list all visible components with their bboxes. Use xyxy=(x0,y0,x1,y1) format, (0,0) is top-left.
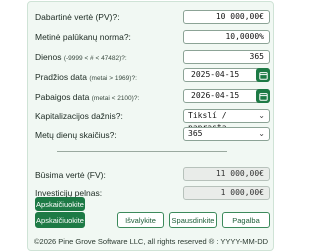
print-button[interactable]: Spausdinkite xyxy=(169,212,217,228)
days-per-year-selected: 365 xyxy=(188,129,203,138)
help-button[interactable]: Pagalba xyxy=(222,212,270,228)
calculate-button[interactable]: Apskaičiuokite xyxy=(35,212,85,228)
days-hint: (-9999 < # < 47482)?: xyxy=(63,55,127,62)
future-value-output: 11 000,00€ xyxy=(183,167,270,181)
interest-rate-label: Metinė palūkanų norma?: xyxy=(35,32,131,42)
end-date-label-text: Pabaigos data xyxy=(35,92,90,102)
end-date-control: 2026-04-15 xyxy=(183,89,270,103)
chevron-down-icon: ⌄ xyxy=(258,129,265,138)
end-date-label: Pabaigos data (metai < 2100)?: xyxy=(35,92,139,102)
end-date-hint: (metai < 2100)?: xyxy=(91,95,140,102)
compounding-label: Kapitalizacijos dažnis?: xyxy=(35,111,123,121)
footer-copyright: ©2026 Pine Grove Software LLC, all right… xyxy=(34,237,269,246)
interest-rate-input[interactable]: 10,0000% xyxy=(183,30,270,44)
days-per-year-label: Metų dienų skaičius?: xyxy=(35,130,117,140)
calculate-button-small[interactable]: Apskaičiuokite xyxy=(35,197,85,211)
start-date-hint: (metai > 1969)?: xyxy=(89,75,137,82)
compounding-select[interactable]: Tikslí / paprasta ⌄ xyxy=(183,109,270,132)
days-label-text: Dienos xyxy=(35,52,62,62)
calendar-icon[interactable] xyxy=(256,89,270,103)
start-date-label: Pradžios data (metai > 1969)?: xyxy=(35,72,137,82)
days-label: Dienos (-9999 < # < 47482)?: xyxy=(35,52,127,62)
calendar-icon[interactable] xyxy=(256,68,270,82)
chevron-down-icon: ⌄ xyxy=(258,111,265,120)
days-per-year-select[interactable]: 365 ⌄ xyxy=(183,127,270,141)
start-date-label-text: Pradžios data xyxy=(35,72,87,82)
present-value-label: Dabartinė vertė (PV)?: xyxy=(35,12,120,22)
start-date-control: 2025-04-15 xyxy=(183,68,270,82)
present-value-input[interactable]: 10 000,00€ xyxy=(183,10,270,24)
investment-profit-output: 1 000,00€ xyxy=(183,186,270,200)
days-input[interactable]: 365 xyxy=(183,50,270,64)
divider xyxy=(57,151,227,152)
clear-button[interactable]: Išvalykite xyxy=(117,212,164,228)
future-value-label: Būsima vertė (FV): xyxy=(35,170,106,180)
